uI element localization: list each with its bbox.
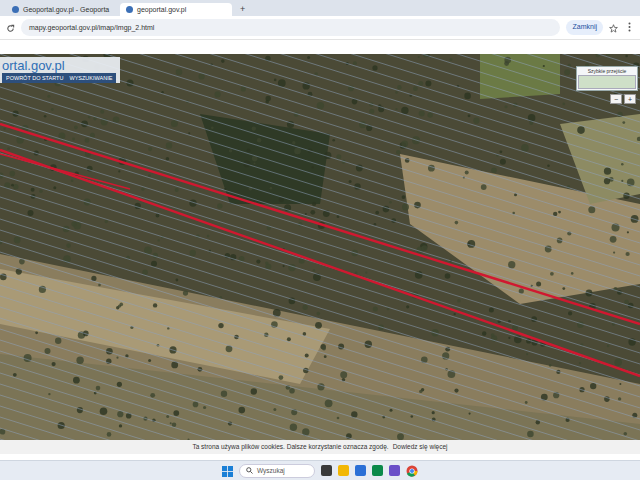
app-icon[interactable]	[389, 465, 400, 476]
zoom-button[interactable]: −	[610, 94, 622, 104]
menu-item[interactable]: POWRÓT DO STARTU	[6, 74, 63, 82]
new-tab-button[interactable]: +	[234, 3, 251, 16]
search-icon	[246, 465, 253, 477]
tab-label[interactable]: Geoportal.gov.pl - Geoporta	[23, 3, 109, 16]
reload-icon[interactable]	[6, 19, 15, 36]
satellite-map[interactable]	[0, 54, 640, 440]
close-button[interactable]: Zamknij	[566, 20, 603, 35]
geoportal-logo[interactable]: ortal.gov.plPOWRÓT DO STARTU WYSZUKIWANIE	[0, 57, 120, 83]
app-icon[interactable]	[372, 465, 383, 476]
site-icon	[126, 6, 133, 13]
taskbar: Wyszukaj	[0, 460, 640, 480]
cookie-bar: Ta strona używa plików cookies. Dalsze k…	[0, 440, 640, 454]
page-margin	[0, 40, 640, 54]
cookie-text: Ta strona używa plików cookies. Dalsze k…	[192, 443, 388, 450]
address-bar[interactable]: mapy.geoportal.gov.pl/imap/Imgp_2.html	[21, 19, 560, 36]
app-icon[interactable]	[321, 465, 332, 476]
zoom-controls: −+	[610, 94, 636, 104]
overview-map[interactable]: Szybkie przejście	[576, 66, 638, 91]
logo-text: ortal.gov.pl	[2, 58, 116, 73]
menu-icon[interactable]	[624, 21, 634, 35]
taskbar-search[interactable]: Wyszukaj	[239, 464, 315, 478]
app-icon[interactable]	[338, 465, 349, 476]
map-menu: POWRÓT DO STARTU WYSZUKIWANIE	[2, 73, 116, 83]
address-row: mapy.geoportal.gov.pl/imap/Imgp_2.html Za…	[0, 16, 640, 40]
overview-thumbnail	[578, 75, 636, 89]
chrome-icon[interactable]	[406, 462, 418, 479]
site-icon	[12, 6, 19, 13]
zoom-button[interactable]: +	[624, 94, 636, 104]
overview-label: Szybkie przejście	[578, 68, 636, 75]
map-view[interactable]: ortal.gov.plPOWRÓT DO STARTU WYSZUKIWANIE…	[0, 54, 640, 440]
browser-tab[interactable]: geoportal.gov.pl	[120, 3, 232, 16]
browser-tab[interactable]: Geoportal.gov.pl - Geoporta	[6, 3, 118, 16]
tab-strip: Geoportal.gov.pl - Geoporta geoportal.gov…	[0, 0, 640, 16]
app-icon[interactable]	[355, 465, 366, 476]
menu-item[interactable]: WYSZUKIWANIE	[69, 74, 112, 82]
search-placeholder: Wyszukaj	[257, 465, 285, 477]
star-icon[interactable]	[609, 19, 618, 36]
windows-icon[interactable]	[222, 462, 233, 479]
tab-label[interactable]: geoportal.gov.pl	[137, 3, 186, 16]
cookie-link[interactable]: Dowiedz się więcej	[393, 443, 448, 450]
